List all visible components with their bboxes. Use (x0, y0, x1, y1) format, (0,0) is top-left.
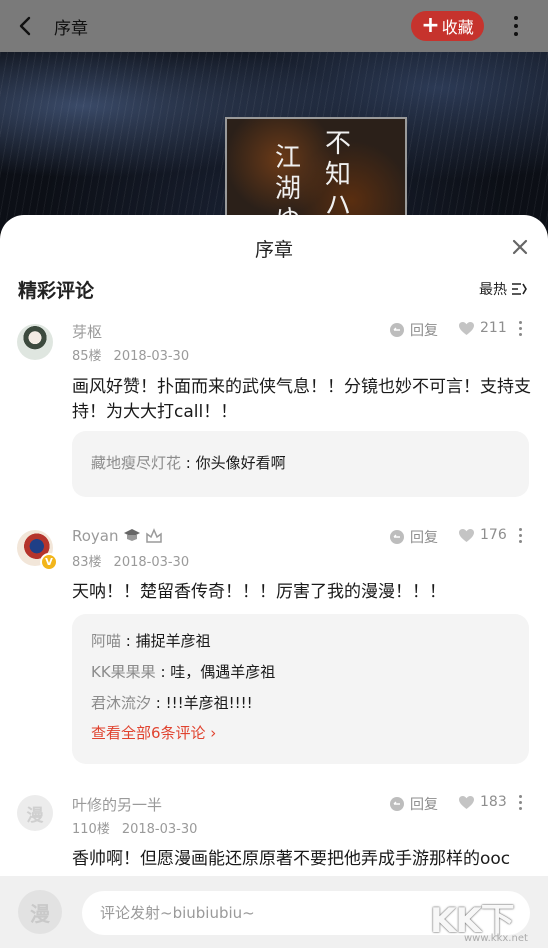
close-icon (512, 239, 528, 255)
sort-icon (512, 283, 527, 295)
comment-username[interactable]: Royan (72, 527, 163, 545)
reply-bubble-icon (390, 797, 404, 811)
more-dot-icon (514, 32, 518, 36)
user-avatar[interactable]: 漫 (18, 890, 62, 934)
comment-date: 2018-03-30 (121, 822, 198, 837)
like-button[interactable]: 211 (458, 320, 507, 336)
like-button[interactable]: 176 (458, 527, 507, 543)
avatar[interactable]: 漫 (17, 795, 53, 831)
avatar[interactable] (17, 324, 53, 360)
reply-line: 藏地瘦尽灯花 : 你头像好看啊 (91, 454, 286, 472)
back-arrow-icon (19, 16, 31, 36)
sort-label: 最热 (479, 282, 507, 298)
comment-text: 香帅啊！但愿漫画能还原原著不要把他弄成手游那样的ooc (72, 849, 511, 869)
comment-meta: 85楼 2018-03-30 (72, 345, 189, 364)
top-bar: 序章 + 收藏 (0, 0, 548, 52)
reply-line: 君沐流汐 : !!!羊彦祖!!!! (91, 694, 253, 712)
graduation-cap-icon (123, 529, 140, 541)
watermark-logo: KK下载 www.kkx.net (430, 901, 528, 944)
more-options-button[interactable] (502, 12, 530, 40)
reply-box[interactable]: 阿喵 : 捕捉羊彦祖 KK果果果 : 哇，偶遇羊彦祖 君沐流汐 : !!!羊彦祖… (72, 614, 529, 764)
sheet-title: 序章 (254, 239, 293, 261)
comment-more-button[interactable] (513, 526, 527, 544)
view-all-replies-link[interactable]: 查看全部6条评论 › (91, 719, 510, 747)
floor-number: 110楼 (72, 822, 110, 837)
more-dot-icon (514, 16, 518, 20)
reply-button[interactable]: 回复 (389, 527, 438, 547)
comment-more-button[interactable] (513, 319, 527, 337)
heart-icon (459, 528, 474, 542)
comment-meta: 83楼 2018-03-30 (72, 551, 189, 570)
reply-bubble-icon (390, 530, 404, 544)
floor-number: 83楼 (72, 555, 102, 570)
reply-button[interactable]: 回复 (389, 794, 438, 814)
favorite-label: 收藏 (441, 18, 474, 37)
poster-text-col2: 不知ハ (324, 129, 351, 221)
like-button[interactable]: 183 (458, 794, 507, 810)
comments-sheet: 序章 精彩评论 最热 芽枢 85楼 2018-03-30 回复 211 画风好赞！… (0, 215, 548, 948)
more-dot-icon (514, 24, 518, 28)
favorite-button[interactable]: + 收藏 (411, 11, 484, 41)
comment-date: 2018-03-30 (113, 555, 190, 570)
reply-button[interactable]: 回复 (389, 320, 438, 340)
page-title: 序章 (54, 18, 88, 39)
plus-icon: + (421, 13, 440, 38)
floor-number: 85楼 (72, 349, 102, 364)
chapter-cover-image: 江湖ゆ 不知ハ (0, 52, 548, 232)
comment-text: 天呐！！楚留香传奇！！！厉害了我的漫漫！！！ (72, 582, 446, 602)
comment-username[interactable]: 叶修的另一半 (72, 794, 162, 815)
sort-toggle[interactable]: 最热 (479, 279, 527, 299)
comment-username[interactable]: 芽枢 (72, 321, 102, 342)
reply-box[interactable]: 藏地瘦尽灯花 : 你头像好看啊 (72, 431, 529, 497)
section-title: 精彩评论 (18, 280, 95, 302)
heart-icon (459, 795, 474, 809)
comment-date: 2018-03-30 (113, 349, 190, 364)
back-button[interactable] (0, 0, 52, 52)
close-button[interactable] (508, 235, 532, 259)
reply-bubble-icon (390, 323, 404, 337)
reply-line: 阿喵 : 捕捉羊彦祖 (91, 632, 211, 650)
crown-badge-icon (145, 528, 162, 543)
comment-more-button[interactable] (513, 793, 527, 811)
reply-line: KK果果果 : 哇，偶遇羊彦祖 (91, 663, 276, 681)
comment-text: 画风好赞！扑面而来的武侠气息！！分镜也妙不可言！支持支持！为大大打call！！ (72, 377, 531, 422)
comment-meta: 110楼 2018-03-30 (72, 818, 197, 837)
heart-icon (459, 321, 474, 335)
verified-badge-icon: V (40, 553, 58, 571)
